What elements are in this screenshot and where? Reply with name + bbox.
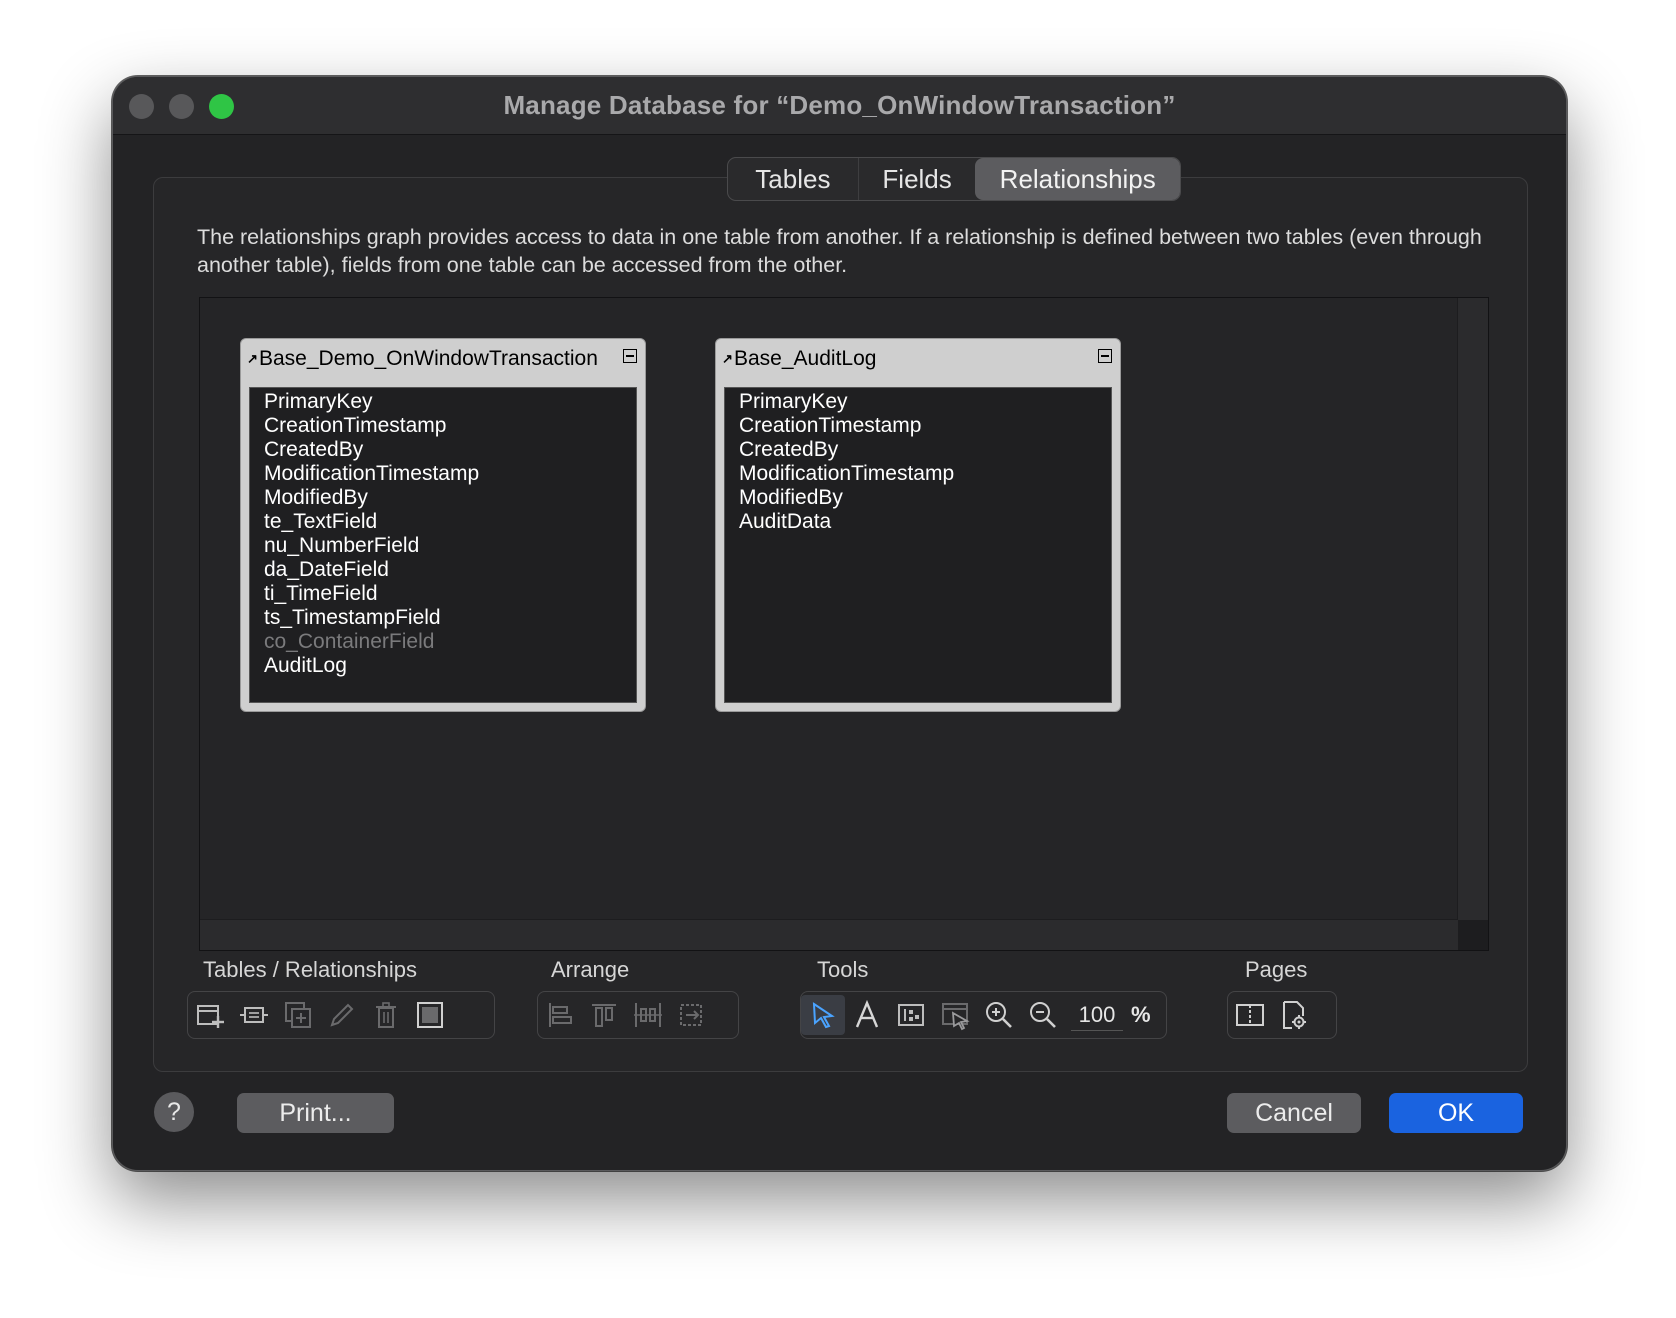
note-tool-button[interactable] [889,995,933,1035]
zoom-percent-label: % [1131,1002,1151,1027]
selection-tool-button[interactable] [801,995,845,1035]
relationships-graph[interactable]: ↗ Base_Demo_OnWindowTransaction PrimaryK… [199,297,1489,951]
tables-relationships-toolbar [187,991,495,1039]
align-left-icon [549,1003,572,1027]
tools-toolbar: 100 % [800,991,1167,1039]
field-list[interactable]: PrimaryKey CreationTimestamp CreatedBy Modi… [724,387,1112,703]
field-list-items: PrimaryKey CreationTimestamp CreatedBy Modi… [264,390,479,678]
field-item[interactable]: PrimaryKey [739,390,954,414]
help-button[interactable]: ? [154,1092,194,1132]
field-item[interactable]: CreationTimestamp [739,414,954,438]
tab-bar: Tables Fields Relationships [727,157,1181,201]
table-occurrence-name: Base_Demo_OnWindowTransaction [259,347,598,370]
distribute-button[interactable] [626,995,670,1035]
page-setup-button[interactable] [1272,995,1316,1035]
resize-button[interactable] [670,995,714,1035]
field-item[interactable]: co_ContainerField [264,630,479,654]
tables-relationships-label: Tables / Relationships [203,957,418,982]
pointer-arrow-icon [812,1002,835,1029]
field-item[interactable]: da_DateField [264,558,479,582]
table-occurrence-base-auditlog[interactable]: ↗ Base_AuditLog PrimaryKey CreationTimest… [715,338,1121,712]
table-occurrence-header[interactable]: ↗ Base_Demo_OnWindowTransaction [241,339,645,381]
manage-database-window: Manage Database for “Demo_OnWindowTransa… [112,76,1567,1171]
select-related-icon [942,1003,970,1031]
relationships-description: The relationships graph provides access … [197,225,1482,277]
field-list-items: PrimaryKey CreationTimestamp CreatedBy Modi… [739,390,954,534]
cancel-button[interactable]: Cancel [1227,1093,1361,1133]
collapse-icon[interactable] [623,349,637,363]
tab-relationships[interactable]: Relationships [975,158,1180,200]
align-top-icon [592,1004,616,1027]
ok-button[interactable]: OK [1389,1093,1523,1133]
edit-button[interactable] [320,995,364,1035]
tools-label: Tools [817,957,869,982]
distribute-icon [634,1003,662,1027]
arrange-toolbar [537,991,739,1039]
field-item[interactable]: AuditData [739,510,954,534]
pages-toolbar [1227,991,1337,1039]
title-bar: Manage Database for “Demo_OnWindowTransa… [113,77,1566,135]
field-item[interactable]: ts_TimestampField [264,606,479,630]
pencil-icon [330,1003,354,1027]
field-list[interactable]: PrimaryKey CreationTimestamp CreatedBy Modi… [249,387,637,703]
add-relationship-icon [240,1007,268,1023]
field-item[interactable]: CreatedBy [739,438,954,462]
text-a-icon [855,999,879,1028]
field-item[interactable]: CreatedBy [264,438,479,462]
tab-fields[interactable]: Fields [857,158,976,200]
field-item[interactable]: ModificationTimestamp [739,462,954,486]
table-occurrence-header[interactable]: ↗ Base_AuditLog [716,339,1120,381]
horizontal-scrollbar[interactable] [200,919,1458,950]
window-title: Manage Database for “Demo_OnWindowTransa… [503,90,1176,120]
zoom-in-button[interactable] [977,995,1021,1035]
field-item[interactable]: ti_TimeField [264,582,479,606]
field-item[interactable]: ModifiedBy [739,486,954,510]
page-breaks-icon [1236,1004,1264,1026]
vertical-scrollbar[interactable] [1457,298,1488,920]
resize-icon [680,1004,702,1026]
arrange-label: Arrange [551,957,630,982]
field-item[interactable]: AuditLog [264,654,479,678]
tab-tables[interactable]: Tables [728,158,858,200]
zoom-out-button[interactable] [1021,995,1065,1035]
align-top-button[interactable] [582,995,626,1035]
scroll-corner [1458,920,1488,950]
delete-button[interactable] [364,995,408,1035]
zoom-in-icon [986,1002,1012,1028]
note-icon [898,1004,924,1026]
duplicate-button[interactable] [276,995,320,1035]
add-table-button[interactable] [188,995,232,1035]
collapse-icon[interactable] [1098,349,1112,363]
pages-label: Pages [1245,957,1308,982]
align-left-button[interactable] [538,995,582,1035]
page-setup-icon [1283,1001,1306,1029]
zoom-out-icon [1030,1002,1056,1028]
page-breaks-button[interactable] [1228,995,1272,1035]
select-tables-button[interactable] [933,995,977,1035]
field-item[interactable]: PrimaryKey [264,390,479,414]
trash-icon [376,1002,396,1028]
text-tool-button[interactable] [845,995,889,1035]
field-item[interactable]: ModificationTimestamp [264,462,479,486]
zoom-level-field[interactable]: 100 [1071,1000,1123,1031]
color-button[interactable] [408,995,452,1035]
add-relationship-button[interactable] [232,995,276,1035]
field-item[interactable]: CreationTimestamp [264,414,479,438]
alias-arrow-icon: ↗ [722,351,733,366]
field-item[interactable]: te_TextField [264,510,479,534]
field-item[interactable]: nu_NumberField [264,534,479,558]
alias-arrow-icon: ↗ [247,351,258,366]
field-item[interactable]: ModifiedBy [264,486,479,510]
table-occurrence-base-demo[interactable]: ↗ Base_Demo_OnWindowTransaction PrimaryK… [240,338,646,712]
table-occurrence-name: Base_AuditLog [734,347,877,370]
duplicate-icon [285,1002,311,1028]
print-button[interactable]: Print... [237,1093,394,1133]
add-table-icon [197,1005,224,1028]
color-swatch-icon [417,1002,443,1028]
